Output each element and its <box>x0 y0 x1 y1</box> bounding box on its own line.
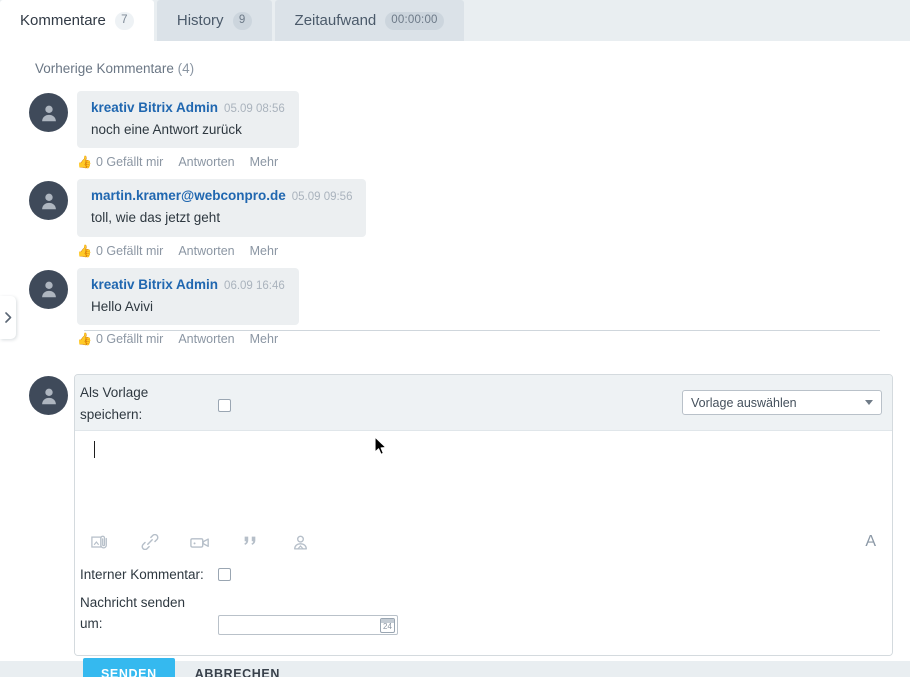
tab-zeitaufwand[interactable]: Zeitaufwand 00:00:00 <box>274 0 464 41</box>
save-as-template-label: Als Vorlage speichern: <box>80 385 149 422</box>
quote-icon[interactable] <box>239 532 261 552</box>
internal-comment-row: Interner Kommentar: <box>75 565 892 591</box>
tab-kommentare-badge: 7 <box>114 11 134 30</box>
chevron-down-icon <box>865 400 873 405</box>
comment-bubble: martin.kramer@webconpro.de 05.09 09:56 to… <box>77 179 367 237</box>
previous-comments-heading: Vorherige Kommentare (4) <box>35 61 194 76</box>
tab-history[interactable]: History 9 <box>156 0 272 41</box>
comment-author[interactable]: kreativ Bitrix Admin <box>91 277 218 292</box>
reply-action[interactable]: Antworten <box>178 332 234 346</box>
calendar-icon-day: 24 <box>383 621 392 631</box>
comment-body: martin.kramer@webconpro.de 05.09 09:56 to… <box>77 179 910 258</box>
comment-bubble: kreativ Bitrix Admin 06.09 16:46 Hello Av… <box>77 267 299 326</box>
template-select[interactable]: Vorlage auswählen <box>682 390 882 415</box>
avatar <box>29 181 68 221</box>
reply-action[interactable]: Antworten <box>178 244 234 258</box>
send-button[interactable]: SENDEN <box>83 658 175 677</box>
reply-action[interactable]: Antworten <box>178 155 234 169</box>
like-label: 0 Gefällt mir <box>95 332 164 347</box>
comment-timestamp: 05.09 09:56 <box>291 191 353 204</box>
comments-page: Kommentare 7 History 9 Zeitaufwand 00:00… <box>0 0 910 677</box>
cancel-button[interactable]: ABBRECHEN <box>191 667 284 677</box>
previous-comments-count: (4) <box>177 61 195 76</box>
text-caret <box>94 441 95 458</box>
more-action[interactable]: Mehr <box>250 332 278 346</box>
chevron-right-icon <box>4 312 12 323</box>
tab-kommentare-label: Kommentare <box>20 12 106 29</box>
form-actions: SENDEN ABBRECHEN <box>83 658 284 677</box>
person-icon <box>41 388 56 404</box>
comment-item: martin.kramer@webconpro.de 05.09 09:56 to… <box>0 179 910 258</box>
current-user-avatar <box>29 376 68 415</box>
message-input[interactable] <box>75 431 892 521</box>
send-at-label: Nachricht senden um: <box>80 595 186 631</box>
person-icon <box>41 282 56 298</box>
editor-template-bar: Als Vorlage speichern: Vorlage auswählen <box>75 375 892 431</box>
comment-actions: 👍 0 Gefällt mir Antworten Mehr <box>77 155 910 169</box>
comment-body: kreativ Bitrix Admin 06.09 16:46 Hello Av… <box>77 267 910 346</box>
avatar <box>29 269 68 309</box>
calendar-icon: 24 <box>380 617 395 633</box>
tab-zeitaufwand-label: Zeitaufwand <box>294 12 377 29</box>
person-icon <box>41 105 56 121</box>
person-icon <box>41 193 56 210</box>
more-action[interactable]: Mehr <box>250 244 278 258</box>
thumbs-up-icon: 👍 <box>77 243 92 258</box>
comment-actions: 👍 0 Gefällt mir Antworten Mehr <box>77 332 910 346</box>
comment-author[interactable]: kreativ Bitrix Admin <box>91 100 218 115</box>
internal-comment-label: Interner Kommentar: <box>80 567 204 582</box>
mention-user-icon[interactable] <box>289 532 311 552</box>
comment-editor: Als Vorlage speichern: Vorlage auswählen <box>74 374 893 656</box>
avatar <box>29 93 68 132</box>
like-action[interactable]: 👍 0 Gefällt mir <box>77 155 163 169</box>
like-label: 0 Gefällt mir <box>95 155 164 170</box>
link-icon[interactable] <box>139 532 161 552</box>
tab-kommentare[interactable]: Kommentare 7 <box>0 0 154 41</box>
like-action[interactable]: 👍 0 Gefällt mir <box>77 332 163 346</box>
comment-item: kreativ Bitrix Admin 05.09 08:56 noch ein… <box>0 91 910 169</box>
comment-body: kreativ Bitrix Admin 05.09 08:56 noch ein… <box>77 91 910 169</box>
comment-header: kreativ Bitrix Admin 05.09 08:56 <box>91 99 285 117</box>
send-at-datepicker[interactable]: 24 <box>218 615 398 635</box>
comment-bubble: kreativ Bitrix Admin 05.09 08:56 noch ein… <box>77 91 299 149</box>
internal-comment-checkbox[interactable] <box>218 568 231 581</box>
comment-header: kreativ Bitrix Admin 06.09 16:46 <box>91 276 285 294</box>
editor-options: Interner Kommentar: Nachricht senden um:… <box>75 563 892 655</box>
comment-timestamp: 05.09 08:56 <box>224 103 285 115</box>
tab-history-label: History <box>176 12 224 29</box>
comment-author[interactable]: martin.kramer@webconpro.de <box>91 188 286 204</box>
comment-list: kreativ Bitrix Admin 05.09 08:56 noch ein… <box>0 91 910 356</box>
video-icon[interactable] <box>189 532 211 552</box>
attach-file-icon[interactable] <box>89 532 111 552</box>
send-at-row: Nachricht senden um: 24 <box>75 593 892 641</box>
sidebar-expand-handle[interactable] <box>0 296 16 339</box>
like-action[interactable]: 👍 0 Gefällt mir <box>77 244 163 258</box>
thumbs-up-icon: 👍 <box>77 332 92 347</box>
comment-header: martin.kramer@webconpro.de 05.09 09:56 <box>91 187 352 205</box>
comment-text: noch eine Antwort zurück <box>91 121 242 137</box>
comment-actions: 👍 0 Gefällt mir Antworten Mehr <box>77 244 910 258</box>
more-action[interactable]: Mehr <box>250 155 278 169</box>
previous-comments-label: Vorherige Kommentare <box>35 61 174 76</box>
comment-text: toll, wie das jetzt geht <box>91 210 221 226</box>
editor-toolbar: A <box>75 521 892 563</box>
like-label: 0 Gefällt mir <box>95 243 164 258</box>
template-select-value: Vorlage auswählen <box>691 395 797 410</box>
save-as-template-checkbox[interactable] <box>218 399 231 412</box>
editor-divider <box>84 330 880 331</box>
thumbs-up-icon: 👍 <box>77 155 92 170</box>
content-panel: Vorherige Kommentare (4) kreativ Bitrix … <box>0 41 910 677</box>
font-format-icon[interactable]: A <box>865 534 876 550</box>
tab-history-badge: 9 <box>232 11 252 30</box>
tab-zeitaufwand-badge: 00:00:00 <box>385 11 444 30</box>
comment-timestamp: 06.09 16:46 <box>224 279 285 292</box>
tab-bar: Kommentare 7 History 9 Zeitaufwand 00:00… <box>0 0 910 41</box>
comment-text: Hello Avivi <box>91 298 154 314</box>
comment-item: kreativ Bitrix Admin 06.09 16:46 Hello Av… <box>0 267 910 346</box>
